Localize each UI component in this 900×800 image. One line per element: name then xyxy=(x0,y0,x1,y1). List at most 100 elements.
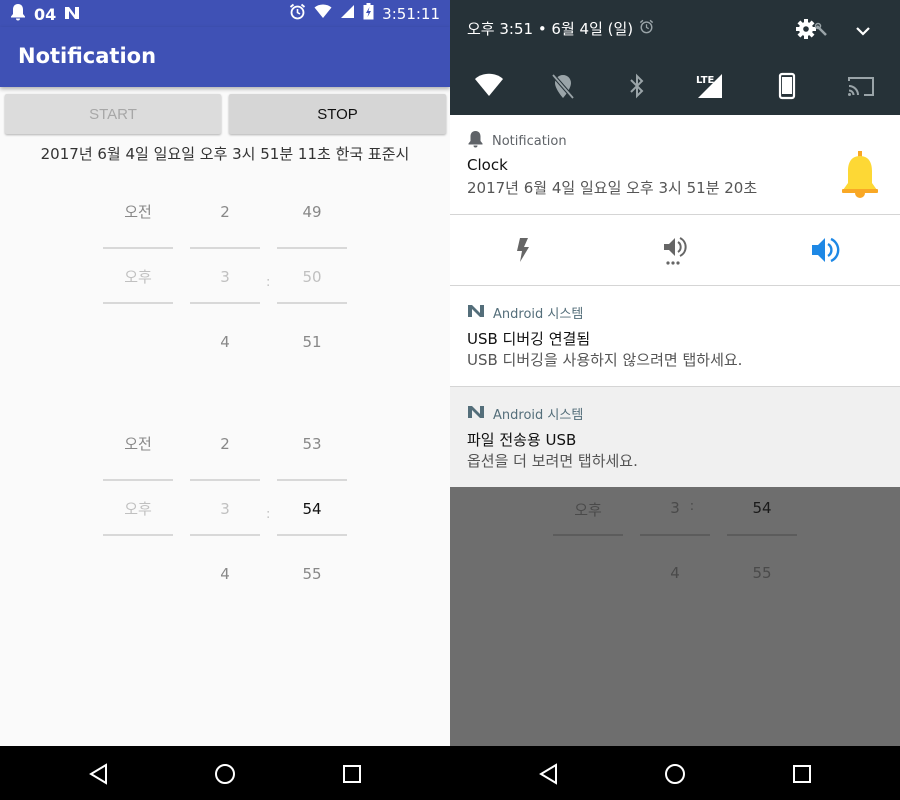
bell-icon xyxy=(467,130,484,152)
android-n-icon xyxy=(467,405,485,423)
hour-option: 4 xyxy=(670,564,680,582)
svg-text:LTE: LTE xyxy=(696,75,715,86)
lte-signal-icon[interactable]: LTE xyxy=(694,72,728,100)
cast-icon[interactable] xyxy=(846,72,876,100)
current-datetime: 2017년 6월 4일 일요일 오후 3시 51분 11초 한국 표준시 xyxy=(40,145,410,163)
flash-icon[interactable] xyxy=(513,236,533,268)
back-icon[interactable] xyxy=(538,763,560,785)
minute-option: 55 xyxy=(752,564,772,582)
dimmed-app-background: 오후 3 4 : 54 55 xyxy=(450,487,900,747)
picker-divider xyxy=(190,479,260,481)
minute-option[interactable]: 49 xyxy=(277,202,347,222)
status-bar: 04 3:51:11 xyxy=(0,0,450,27)
picker-divider xyxy=(277,534,347,536)
minute-option-selected[interactable]: 54 xyxy=(277,499,347,519)
picker-divider xyxy=(190,534,260,536)
picker-divider xyxy=(640,534,710,536)
notification-text: USB 디버깅을 사용하지 않으려면 탭하세요. xyxy=(467,351,743,369)
wifi-icon[interactable] xyxy=(474,72,504,100)
signal-icon xyxy=(340,4,355,23)
picker-divider xyxy=(727,534,797,536)
expand-chevron-icon[interactable] xyxy=(856,22,870,41)
bluetooth-icon[interactable] xyxy=(622,72,652,100)
notification-count: 04 xyxy=(34,4,57,24)
time-separator: : xyxy=(266,275,271,290)
minute-option-selected: 54 xyxy=(752,499,772,517)
notification-text: 2017년 6월 4일 일요일 오후 3시 51분 20초 xyxy=(467,179,758,197)
start-button[interactable]: START xyxy=(5,94,221,134)
notification-text: 옵션을 더 보려면 탭하세요. xyxy=(467,452,638,470)
android-n-icon xyxy=(467,304,485,322)
notification-app-name: Notification xyxy=(492,133,567,149)
time-separator: : xyxy=(266,507,271,522)
picker-divider xyxy=(277,479,347,481)
home-icon[interactable] xyxy=(664,763,686,785)
ampm-option[interactable]: 오후 xyxy=(103,499,173,519)
home-icon[interactable] xyxy=(214,763,236,785)
notification-title: Clock xyxy=(467,156,508,174)
hour-option[interactable]: 4 xyxy=(190,564,260,584)
hour-option[interactable]: 2 xyxy=(190,202,260,222)
time-picker-start[interactable]: 오전 오후 2 3 4 : 49 50 51 xyxy=(0,195,450,390)
recents-icon[interactable] xyxy=(791,763,813,785)
vibrate-sound-icon[interactable] xyxy=(662,235,688,271)
picker-divider xyxy=(277,302,347,304)
bell-icon xyxy=(10,3,26,25)
quick-settings-row: LTE xyxy=(450,66,900,106)
minute-column[interactable]: 53 54 55 xyxy=(277,427,347,622)
minute-option[interactable]: 53 xyxy=(277,434,347,454)
notification-title: 파일 전송용 USB xyxy=(467,431,577,449)
golden-bell-icon xyxy=(840,150,880,202)
ampm-column[interactable]: 오전 오후 xyxy=(103,427,173,622)
notification-shade-screen: 오후 3:51 • 6월 4일 (일) LTE Notification Clo… xyxy=(450,0,900,800)
ampm-option[interactable]: 오전 xyxy=(103,434,173,454)
notification-app-name: Android 시스템 xyxy=(493,408,584,423)
hour-option[interactable]: 2 xyxy=(190,434,260,454)
hour-option[interactable]: 3 xyxy=(190,267,260,287)
shade-date-text: 오후 3:51 • 6월 4일 (일) xyxy=(467,20,634,38)
notification-title: USB 디버깅 연결됨 xyxy=(467,330,591,348)
app-screen: 04 3:51:11 Notification START STOP 2017년… xyxy=(0,0,450,800)
volume-icon[interactable] xyxy=(810,236,840,268)
hour-column[interactable]: 2 3 4 xyxy=(190,427,260,622)
picker-divider xyxy=(103,247,173,249)
stop-button[interactable]: STOP xyxy=(229,94,446,134)
ampm-option[interactable]: 오후 xyxy=(103,267,173,287)
hour-option[interactable]: 4 xyxy=(190,332,260,352)
clock-notification[interactable]: Notification Clock 2017년 6월 4일 일요일 오후 3시… xyxy=(450,115,900,215)
usb-file-transfer-notification[interactable]: Android 시스템 파일 전송용 USB 옵션을 더 보려면 탭하세요. xyxy=(450,387,900,487)
navigation-bar xyxy=(450,746,900,800)
app-title: Notification xyxy=(18,44,157,68)
picker-divider xyxy=(277,247,347,249)
picker-divider xyxy=(190,302,260,304)
time-separator: : xyxy=(689,499,695,514)
time-picker-end[interactable]: 오전 오후 2 3 4 : 53 54 55 xyxy=(0,427,450,622)
minute-option[interactable]: 51 xyxy=(277,332,347,352)
hour-column[interactable]: 2 3 4 xyxy=(190,195,260,390)
usb-debugging-notification[interactable]: Android 시스템 USB 디버깅 연결됨 USB 디버깅을 사용하지 않으… xyxy=(450,286,900,387)
minute-column[interactable]: 49 50 51 xyxy=(277,195,347,390)
battery-charging-icon xyxy=(363,3,374,24)
ampm-column[interactable]: 오전 오후 xyxy=(103,195,173,390)
phone-icon[interactable] xyxy=(772,72,802,100)
app-bar: Notification xyxy=(0,27,450,87)
minute-option[interactable]: 55 xyxy=(277,564,347,584)
clock-time: 3:51:11 xyxy=(382,4,440,23)
recents-icon[interactable] xyxy=(341,763,363,785)
ampm-option[interactable]: 오전 xyxy=(103,202,173,222)
ampm-option: 오후 xyxy=(574,501,602,519)
location-off-icon[interactable] xyxy=(548,72,578,100)
picker-divider xyxy=(190,247,260,249)
navigation-bar xyxy=(0,746,450,800)
minute-option[interactable]: 50 xyxy=(277,267,347,287)
picker-divider xyxy=(553,534,623,536)
settings-gear-icon[interactable] xyxy=(796,18,828,44)
shade-date: 오후 3:51 • 6월 4일 (일) xyxy=(467,18,654,39)
sound-mode-row xyxy=(450,215,900,286)
hour-option[interactable]: 3 xyxy=(190,499,260,519)
notification-app-name: Android 시스템 xyxy=(493,307,584,322)
quick-settings-panel: 오후 3:51 • 6월 4일 (일) LTE xyxy=(450,0,900,115)
alarm-icon xyxy=(639,19,654,38)
n-logo-icon xyxy=(64,5,80,24)
back-icon[interactable] xyxy=(88,763,110,785)
